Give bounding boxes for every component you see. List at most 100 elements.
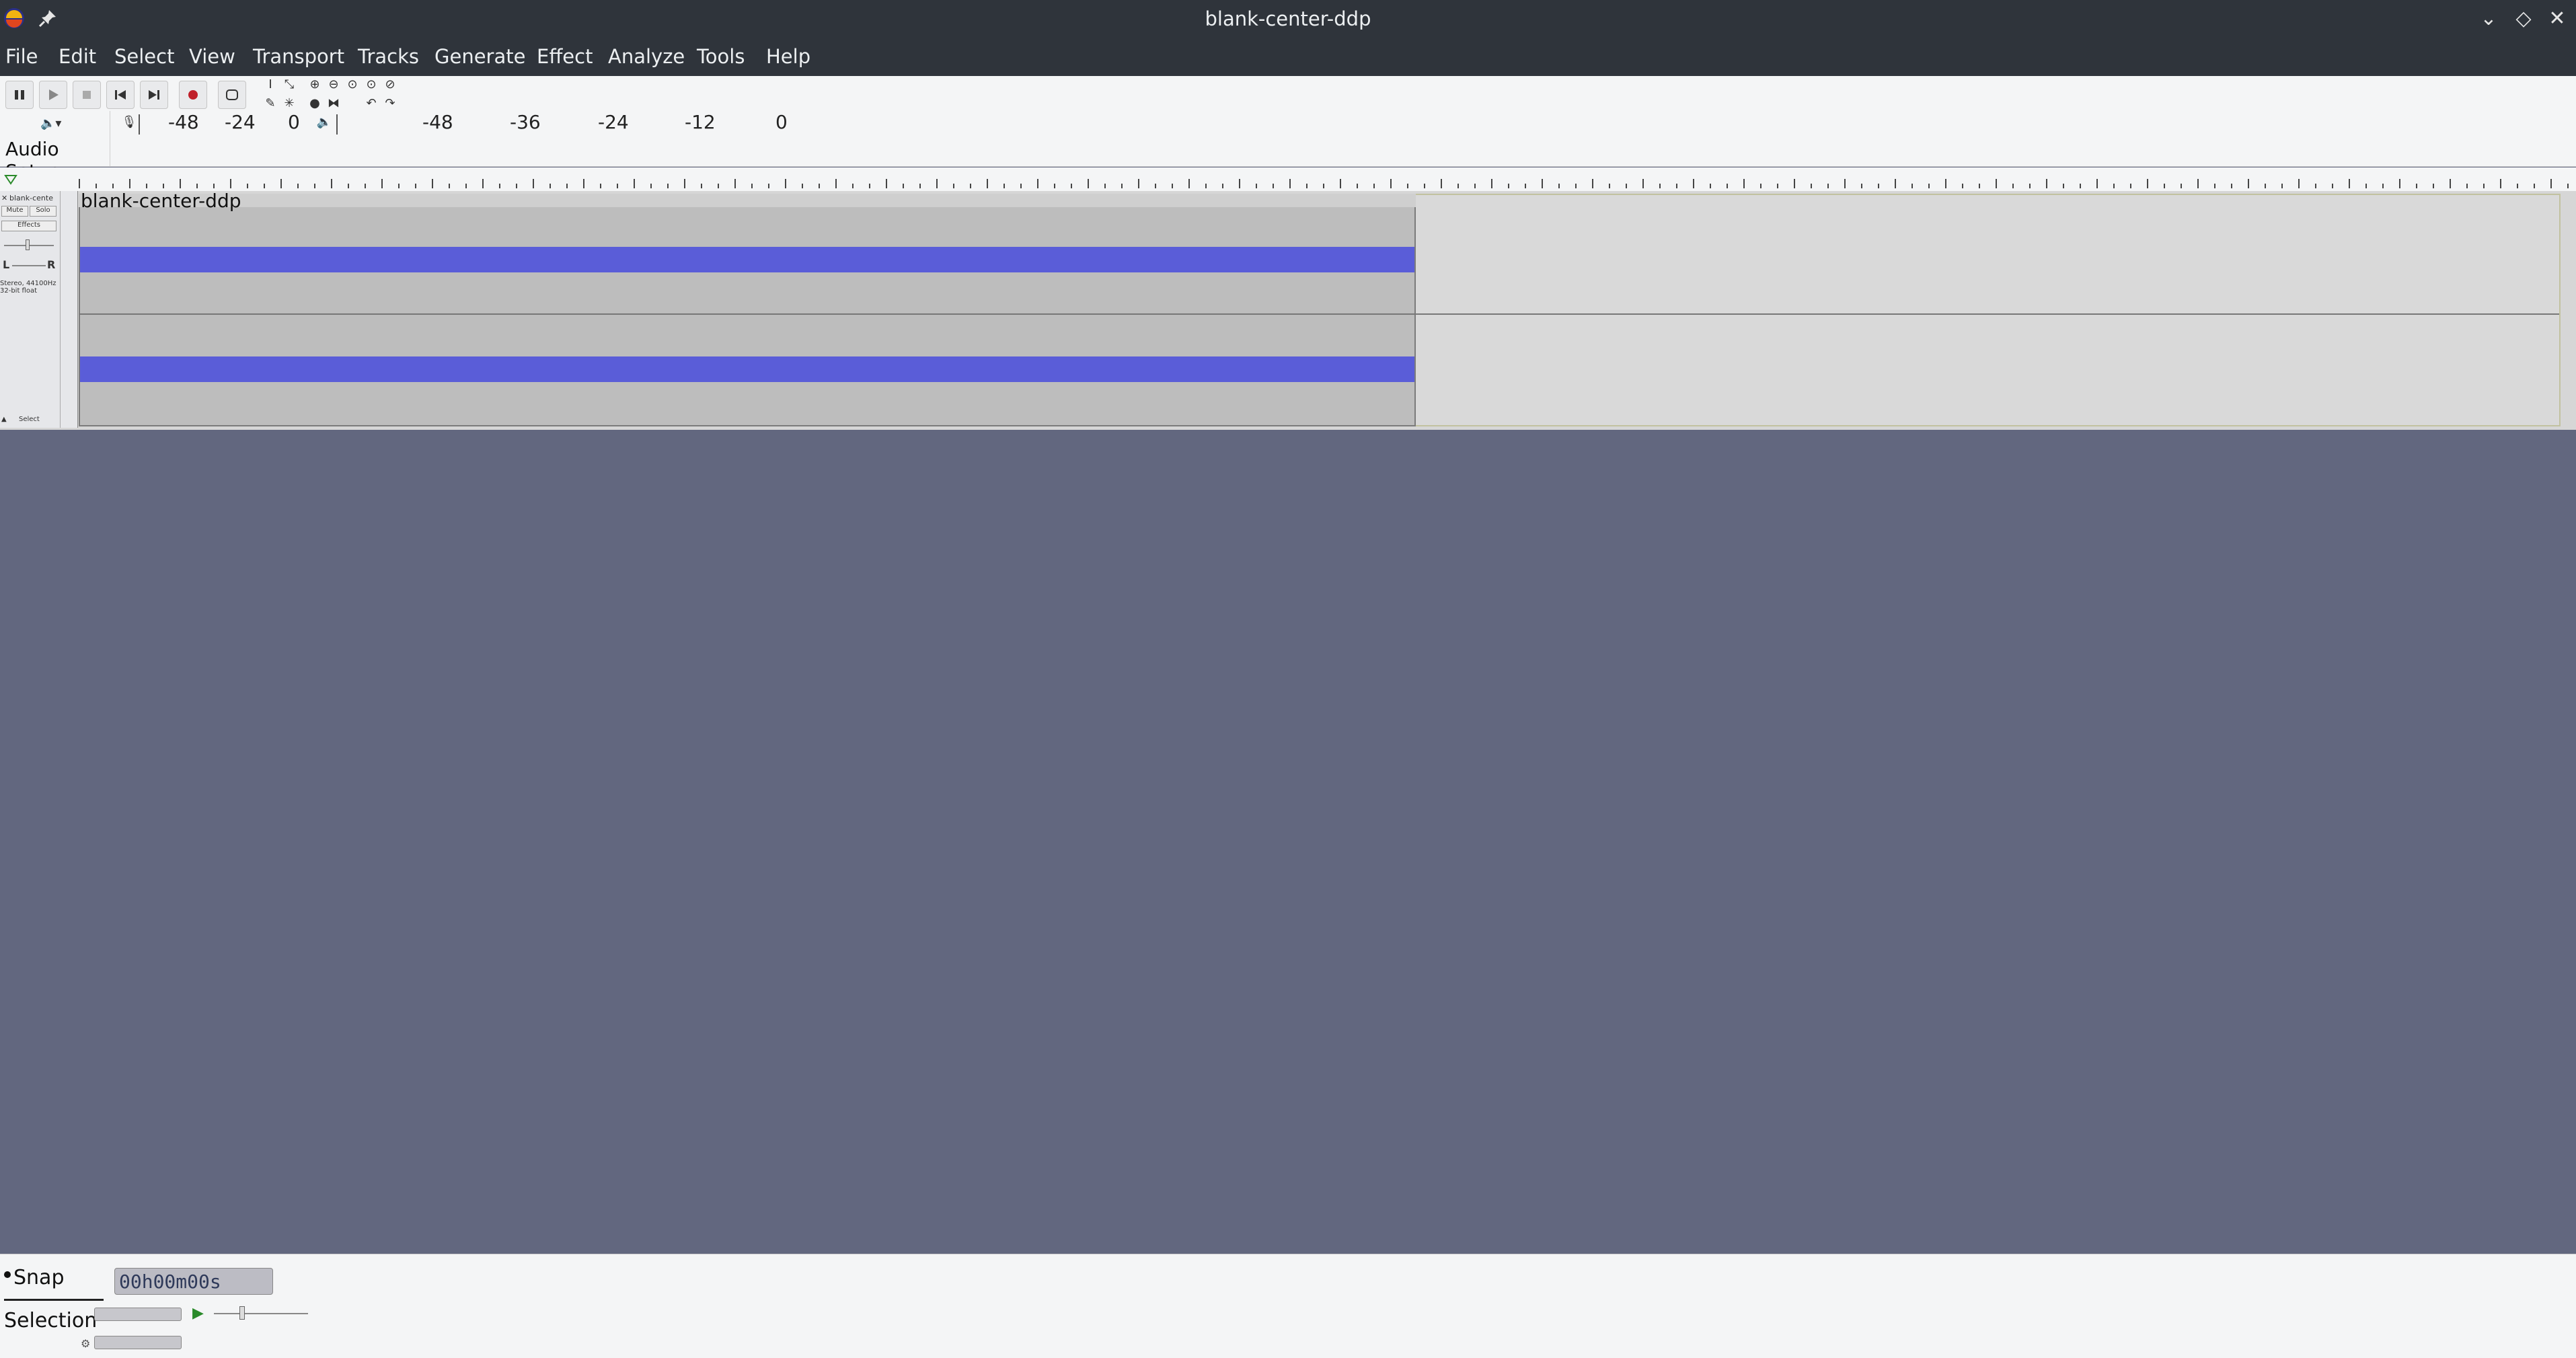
ruler-tick [196, 184, 198, 188]
ruler-tick [751, 184, 753, 188]
ruler-tick [2281, 184, 2283, 188]
clip-header[interactable] [79, 194, 1416, 207]
zoom-in-icon[interactable]: ⊕ [307, 77, 323, 93]
maximize-icon[interactable]: ◇ [2510, 5, 2537, 32]
ruler-tick [2382, 184, 2384, 188]
play-button[interactable] [39, 81, 67, 109]
track-close-icon[interactable]: ✕ [1, 194, 7, 202]
minimize-icon[interactable]: ⌄ [2475, 5, 2502, 32]
ruler-tick [365, 184, 366, 188]
solo-button[interactable]: Solo [30, 206, 56, 217]
loop-button[interactable] [218, 81, 246, 109]
ruler-tick [1827, 184, 1829, 188]
snap-toggle-icon[interactable] [4, 1271, 11, 1278]
ruler-tick [1121, 184, 1123, 188]
ruler-tick [2181, 184, 2182, 188]
track-name-dropdown[interactable]: blank-cente [9, 194, 53, 202]
ruler-tick [2517, 184, 2518, 188]
ruler-tick [297, 184, 299, 188]
audio-setup-button[interactable]: 🔈▾ Audio Setup [0, 111, 110, 182]
empty-track-area[interactable] [1416, 194, 2559, 426]
menu-edit[interactable]: Edit [59, 38, 96, 76]
snap-label[interactable]: Snap [13, 1266, 64, 1289]
pin-icon[interactable] [36, 7, 59, 30]
menu-tools[interactable]: Tools [697, 38, 745, 76]
draw-tool-icon[interactable]: ✎ [262, 96, 278, 112]
selection-start-field[interactable] [94, 1308, 182, 1321]
selection-tool-icon[interactable]: I [262, 77, 278, 93]
skip-to-end-button[interactable] [140, 81, 168, 109]
ruler-tick [331, 179, 332, 188]
ruler-tick [1878, 184, 1879, 188]
stop-button[interactable] [73, 81, 101, 109]
skip-to-start-button[interactable] [106, 81, 135, 109]
mute-button[interactable]: Mute [1, 206, 28, 217]
selection-end-field[interactable] [94, 1336, 182, 1349]
ruler-tick [617, 184, 618, 188]
fit-selection-icon[interactable]: ⊙ [344, 77, 361, 93]
zoom-toggle-icon[interactable]: ⊘ [382, 77, 398, 93]
ruler-tick [1340, 179, 1341, 188]
ruler-tick [146, 184, 147, 188]
ruler-tick [79, 179, 80, 188]
gear-icon[interactable]: ⚙ [81, 1337, 90, 1350]
clip-name[interactable]: blank-center-ddp [81, 190, 241, 212]
waveform-right-channel[interactable] [80, 356, 1414, 382]
playback-speed-slider[interactable] [214, 1313, 308, 1314]
menu-transport[interactable]: Transport [253, 38, 344, 76]
ruler-tick [2231, 184, 2232, 188]
menu-analyze[interactable]: Analyze [608, 38, 685, 76]
app-icon [4, 8, 24, 28]
playback-speed-thumb[interactable] [239, 1306, 245, 1320]
redo-icon: ↷ [385, 96, 395, 110]
record-button[interactable] [179, 81, 207, 109]
track-select-button[interactable]: Select [19, 416, 40, 423]
waveform-left-channel[interactable] [80, 247, 1414, 272]
menu-tracks[interactable]: Tracks [358, 38, 419, 76]
undo-icon[interactable]: ↶ [363, 96, 379, 112]
ruler-tick [1071, 184, 1072, 188]
ruler-tick [987, 179, 988, 188]
close-icon[interactable]: ✕ [2544, 5, 2571, 32]
ruler-tick [1188, 179, 1190, 188]
ruler-tick [953, 184, 954, 188]
ruler-tick [1542, 179, 1543, 188]
microphone-icon[interactable]: 🎙 [121, 114, 137, 130]
menu-help[interactable]: Help [766, 38, 810, 76]
menu-file[interactable]: File [5, 38, 38, 76]
menu-select[interactable]: Select [114, 38, 174, 76]
pause-button[interactable] [5, 81, 34, 109]
ruler-tick [2466, 184, 2468, 188]
ruler-tick [970, 184, 971, 188]
effects-button[interactable]: Effects [1, 221, 56, 231]
ruler-tick [533, 179, 534, 188]
fit-project-icon[interactable]: ⊙ [363, 77, 379, 93]
envelope-tool-icon[interactable]: ⤡ [281, 77, 297, 93]
ruler-tick [1088, 179, 1089, 188]
track-control-panel[interactable]: ✕ blank-cente Mute Solo Effects L R Ster… [0, 191, 61, 428]
ruler-tick [819, 184, 820, 188]
multi-tool-icon[interactable]: ✳ [281, 96, 297, 112]
speaker-icon[interactable]: 🔈 [316, 114, 332, 130]
playback-meter[interactable] [336, 114, 794, 135]
timeline-options-icon[interactable] [4, 174, 17, 185]
menu-effect[interactable]: Effect [537, 38, 593, 76]
time-display[interactable]: 00h00m00s [114, 1268, 273, 1295]
ruler-tick [1289, 179, 1291, 188]
ruler-tick [1407, 184, 1408, 188]
gain-slider-thumb[interactable] [26, 239, 30, 250]
pan-slider[interactable] [12, 265, 46, 266]
menu-generate[interactable]: Generate [434, 38, 525, 76]
collapse-icon[interactable]: ▲ [1, 416, 7, 423]
audio-clip[interactable] [79, 194, 1416, 426]
record-meter[interactable] [139, 114, 303, 135]
trim-icon[interactable]: ● [307, 96, 323, 112]
ruler-tick [1945, 179, 1946, 188]
silence-icon[interactable]: ⧓ [326, 96, 342, 112]
play-at-speed-icon[interactable]: ▶ [192, 1305, 204, 1322]
menu-view[interactable]: View [189, 38, 235, 76]
snap-dropdown[interactable] [4, 1297, 104, 1301]
ruler-tick [2483, 184, 2485, 188]
bottom-toolbar [0, 1254, 2576, 1358]
zoom-out-icon[interactable]: ⊖ [326, 77, 342, 93]
